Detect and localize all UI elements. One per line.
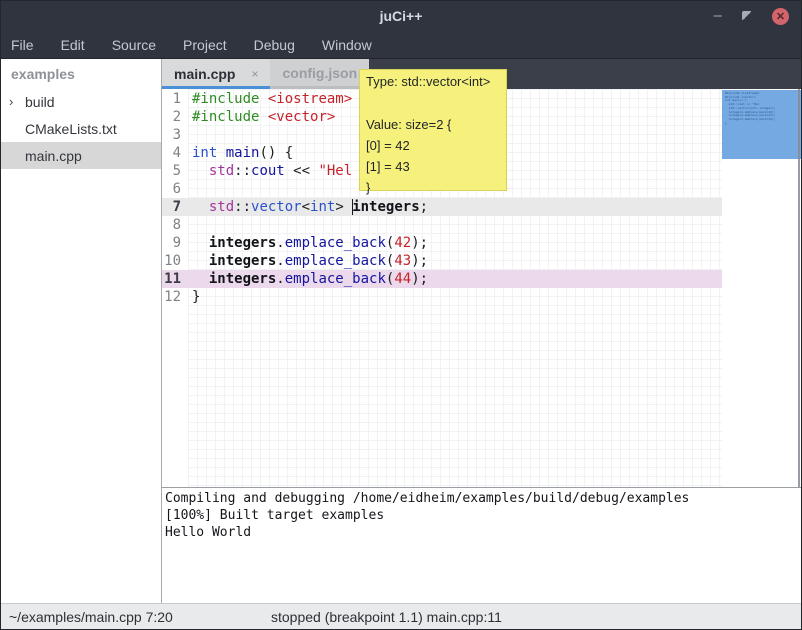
content: examples ›build CMakeLists.txt main.cpp ma… [1, 59, 801, 603]
code-line-9: 9 integers.emplace_back(42); [162, 234, 722, 252]
code-text [188, 126, 192, 144]
terminal-line: Hello World [165, 524, 801, 541]
code-text: #include <vector> [188, 108, 335, 126]
code-text: integers.emplace_back(42); [188, 234, 428, 252]
menu-bar: File Edit Source Project Debug Window [1, 31, 801, 59]
file-label: CMakeLists.txt [25, 121, 117, 137]
code-line-8: 8 [162, 216, 722, 234]
menu-item-file[interactable]: File [11, 33, 34, 57]
tooltip-value-line: Value: size=2 { [366, 117, 451, 132]
minimap[interactable]: #include <iostream>#include <vector>int … [722, 90, 801, 159]
main-pane: main.cpp×config.json 1#include <iostream… [162, 59, 801, 603]
terminal-line: [100%] Built target examples [165, 507, 801, 524]
tab-label: main.cpp [174, 66, 235, 82]
tab-label: config.json [282, 65, 357, 81]
code-text: #include <iostream> [188, 90, 352, 108]
line-number: 11 [162, 270, 188, 288]
line-number: 8 [162, 216, 188, 234]
code-text: } [188, 288, 200, 306]
sidebar-item-main-cpp[interactable]: main.cpp [1, 142, 161, 169]
sidebar-item-cmakelists-txt[interactable]: CMakeLists.txt [1, 115, 161, 142]
status-debug-state: stopped (breakpoint 1.1) main.cpp:11 [271, 609, 502, 625]
code-text [188, 216, 192, 234]
sidebar-item-build[interactable]: ›build [1, 88, 161, 115]
terminal-line: Compiling and debugging /home/eidheim/ex… [165, 490, 801, 507]
file-label: main.cpp [25, 148, 82, 164]
code-line-10: 10 integers.emplace_back(43); [162, 252, 722, 270]
menu-item-debug[interactable]: Debug [254, 33, 295, 57]
project-name: examples [1, 59, 161, 88]
line-number: 9 [162, 234, 188, 252]
line-number: 1 [162, 90, 188, 108]
menu-item-window[interactable]: Window [322, 33, 372, 57]
code-line-7: 7 std::vector<int> integers; [162, 198, 722, 216]
code-line-12: 12} [162, 288, 722, 306]
tab-main-cpp[interactable]: main.cpp × [162, 59, 270, 89]
text-caret [352, 199, 353, 215]
code-text: integers.emplace_back(44); [188, 270, 428, 288]
tooltip-value-line: [1] = 43 [366, 159, 410, 174]
status-file-position: ~/examples/main.cpp 7:20 [9, 609, 173, 625]
status-bar: ~/examples/main.cpp 7:20 stopped (breakp… [1, 603, 801, 629]
app-window: juCi++ – ✕ File Edit Source Project Debug Win… [0, 0, 802, 630]
window-title: juCi++ [380, 8, 423, 24]
chevron-right-icon[interactable]: › [9, 94, 25, 109]
code-text: integers.emplace_back(43); [188, 252, 428, 270]
terminal-output[interactable]: Compiling and debugging /home/eidheim/ex… [162, 487, 801, 603]
file-label: build [25, 94, 55, 110]
menu-item-source[interactable]: Source [112, 33, 156, 57]
tooltip-value-line: } [366, 180, 370, 195]
line-number: 7 [162, 198, 188, 216]
debug-value-tooltip: Type: std::vector<int>Value: size=2 { [0… [359, 69, 507, 191]
line-number: 4 [162, 144, 188, 162]
title-bar: juCi++ – ✕ [1, 1, 801, 31]
file-tree-sidebar: examples ›build CMakeLists.txt main.cpp [1, 59, 162, 603]
minimap-line: } [725, 122, 801, 126]
maximize-icon[interactable] [742, 11, 752, 21]
tooltip-value-line: [0] = 42 [366, 138, 410, 153]
line-number: 2 [162, 108, 188, 126]
editor-scrollbar[interactable] [798, 89, 800, 487]
code-line-11: 11 integers.emplace_back(44); [162, 270, 722, 288]
line-number: 12 [162, 288, 188, 306]
tab-close-icon[interactable]: × [251, 67, 258, 81]
menu-item-project[interactable]: Project [183, 33, 227, 57]
line-number: 10 [162, 252, 188, 270]
tooltip-type-line: Type: std::vector<int> [366, 74, 490, 89]
line-number: 6 [162, 180, 188, 198]
line-number: 5 [162, 162, 188, 180]
minimize-icon[interactable]: – [714, 11, 722, 21]
close-icon[interactable]: ✕ [772, 8, 789, 25]
window-controls: – ✕ [714, 1, 789, 31]
menu-item-edit[interactable]: Edit [61, 33, 85, 57]
code-text [188, 180, 192, 198]
tab-config-json[interactable]: config.json [270, 59, 369, 89]
code-text: std::vector<int> integers; [188, 198, 428, 216]
code-text: std::cout << "Hel [188, 162, 352, 180]
line-number: 3 [162, 126, 188, 144]
code-text: int main() { [188, 144, 293, 162]
